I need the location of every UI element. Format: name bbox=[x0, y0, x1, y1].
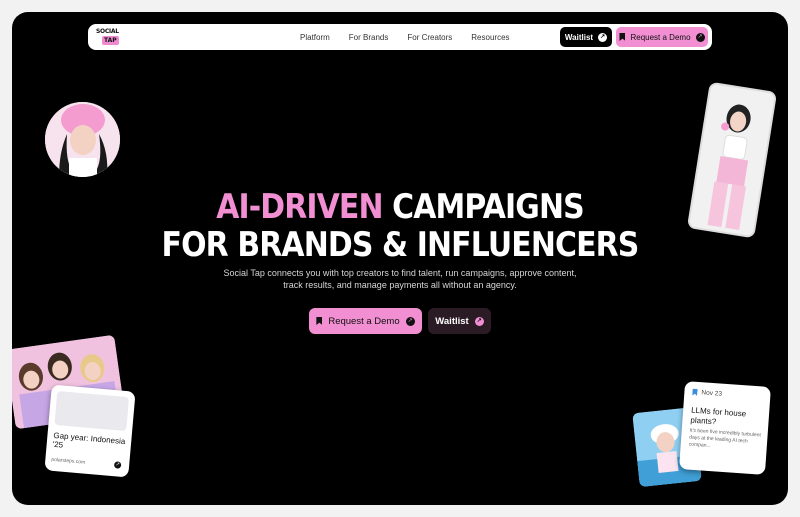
nav-link-for-creators[interactable]: For Creators bbox=[407, 33, 452, 42]
card-date-row: Nov 23 bbox=[692, 389, 722, 398]
article-card[interactable]: Nov 23 LLMs for house plants? It's been … bbox=[679, 381, 771, 475]
nav-demo-label: Request a Demo bbox=[630, 32, 691, 42]
logo-text-bottom: TAP bbox=[102, 36, 119, 45]
hero-title-line1: CAMPAIGNS bbox=[382, 187, 584, 227]
arrow-up-right-icon: ↗ bbox=[113, 461, 122, 469]
arrow-up-right-icon: ↗ bbox=[405, 316, 415, 326]
nav-link-platform[interactable]: Platform bbox=[300, 33, 330, 42]
bookmark-icon bbox=[692, 389, 697, 396]
hero-title-line2: FOR BRANDS & INFLUENCERS bbox=[161, 225, 640, 265]
hero-title-highlight: AI-DRIVEN bbox=[216, 187, 383, 227]
hero-waitlist-button[interactable]: Waitlist ↗ bbox=[428, 308, 491, 334]
hero-waitlist-label: Waitlist bbox=[435, 315, 469, 327]
nav-request-demo-button[interactable]: Request a Demo ↗ bbox=[616, 27, 708, 47]
card-image-placeholder bbox=[54, 391, 130, 432]
travel-card[interactable]: Gap year: Indonesia '25 polarsteps.com ↗ bbox=[44, 384, 136, 478]
bookmark-icon bbox=[619, 33, 626, 41]
arrow-up-right-icon: ↗ bbox=[695, 32, 705, 42]
page-frame: SOCIAL TAP Platform For Brands For Creat… bbox=[12, 12, 788, 505]
nav-waitlist-label: Waitlist bbox=[564, 32, 594, 42]
creator-photo-circle bbox=[45, 102, 120, 177]
card-source: polarsteps.com bbox=[51, 456, 86, 466]
arrow-up-right-icon: ↗ bbox=[474, 316, 484, 326]
hero-request-demo-button[interactable]: Request a Demo ↗ bbox=[309, 308, 422, 334]
nav-waitlist-button[interactable]: Waitlist ↗ bbox=[560, 27, 612, 47]
hero-subtitle: Social Tap connects you with top creator… bbox=[223, 268, 577, 290]
hero-demo-label: Request a Demo bbox=[328, 315, 400, 327]
card-title: Gap year: Indonesia '25 bbox=[52, 430, 126, 450]
card-preview: It's been five incredibly turbulent days… bbox=[688, 427, 762, 450]
card-title: LLMs for house plants? bbox=[690, 405, 747, 427]
top-nav: SOCIAL TAP Platform For Brands For Creat… bbox=[88, 24, 712, 50]
nav-link-resources[interactable]: Resources bbox=[471, 33, 509, 42]
card-date: Nov 23 bbox=[701, 389, 723, 398]
logo-text-top: SOCIAL bbox=[96, 28, 119, 35]
arrow-up-right-icon: ↗ bbox=[598, 32, 608, 42]
social-tap-logo[interactable]: SOCIAL TAP bbox=[96, 28, 119, 46]
nav-link-for-brands[interactable]: For Brands bbox=[349, 33, 389, 42]
card-footer: polarsteps.com ↗ bbox=[51, 456, 122, 469]
bookmark-icon bbox=[316, 317, 323, 325]
nav-links: Platform For Brands For Creators Resourc… bbox=[300, 24, 510, 50]
hero-title: AI-DRIVEN CAMPAIGNS FOR BRANDS & INFLUEN… bbox=[59, 188, 742, 264]
